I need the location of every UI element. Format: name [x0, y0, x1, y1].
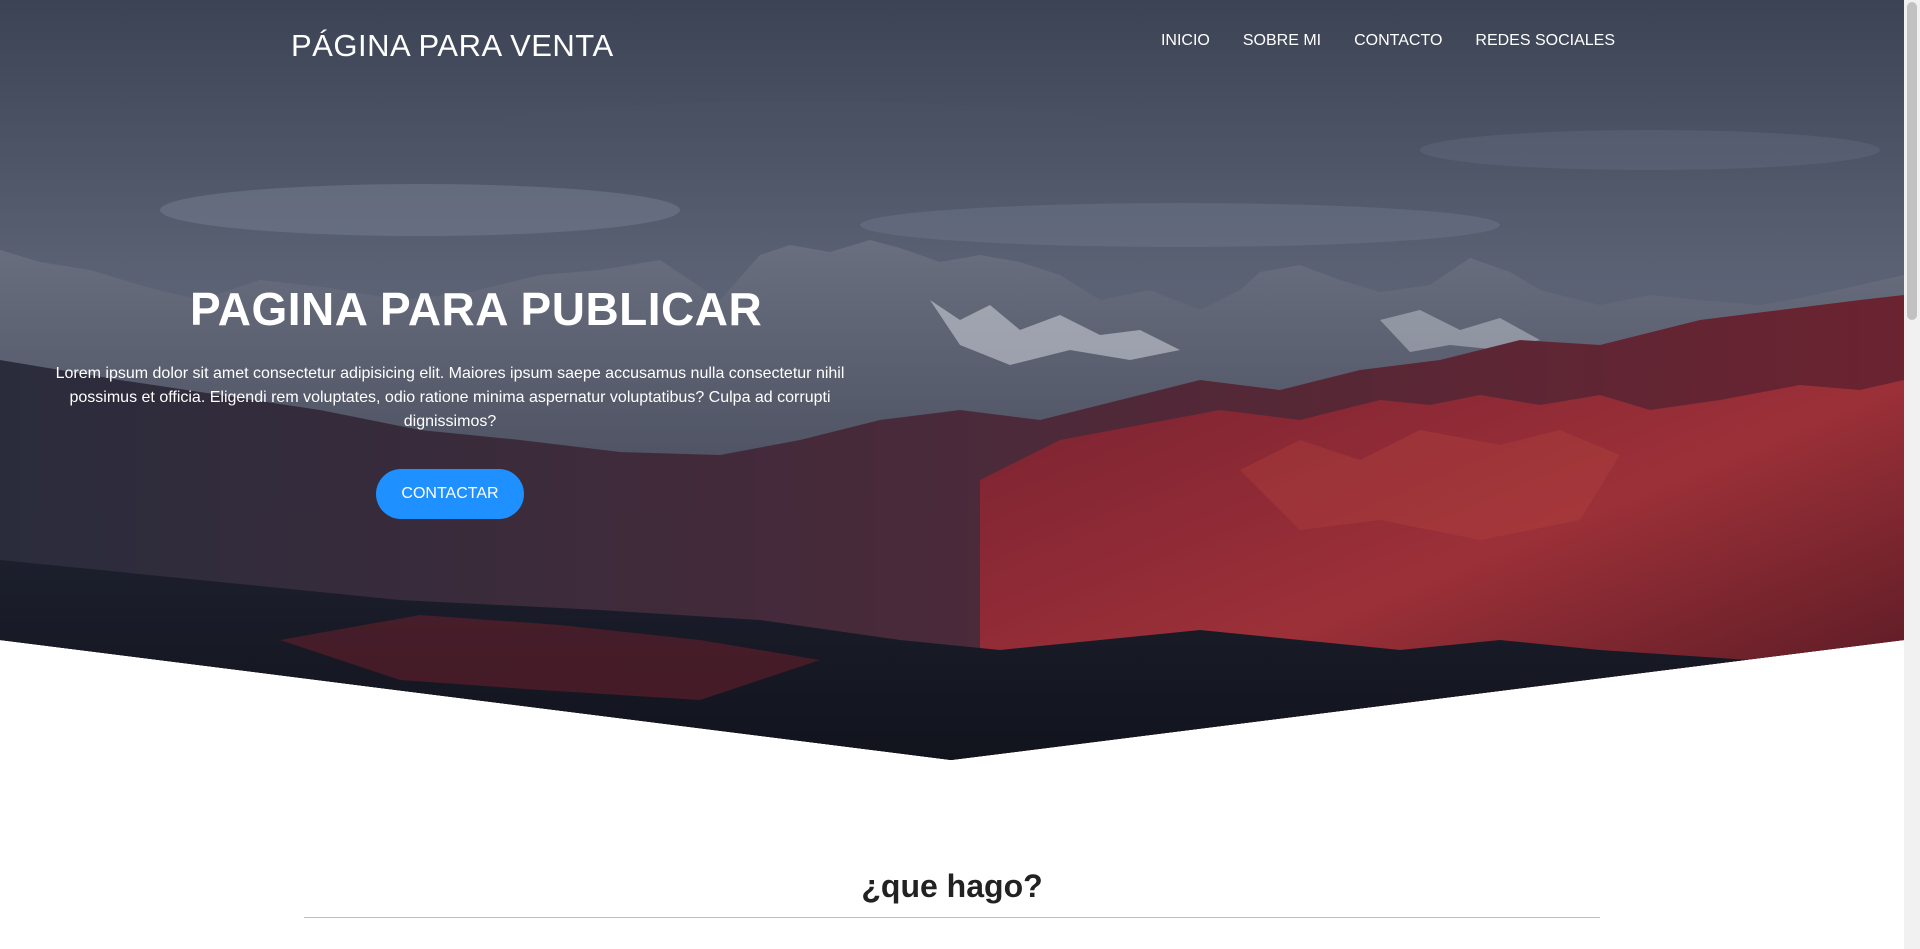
- main-nav: INICIO SOBRE MI CONTACTO REDES SOCIALES: [1161, 32, 1615, 50]
- contact-button[interactable]: CONTACTAR: [376, 469, 524, 519]
- nav-link-redes-sociales[interactable]: REDES SOCIALES: [1475, 32, 1615, 50]
- section-title: ¿que hago?: [861, 868, 1043, 904]
- site-logo[interactable]: PÁGINA PARA VENTA: [291, 28, 614, 64]
- nav-link-contacto[interactable]: CONTACTO: [1354, 32, 1442, 50]
- scrollbar-thumb[interactable]: [1907, 2, 1917, 320]
- hero-description: Lorem ipsum dolor sit amet consectetur a…: [55, 365, 845, 430]
- nav-link-inicio[interactable]: INICIO: [1161, 32, 1210, 50]
- hero-title: PAGINA PARA PUBLICAR: [190, 283, 763, 335]
- page-scrollbar[interactable]: [1904, 0, 1920, 949]
- section-divider: [304, 917, 1600, 918]
- nav-link-sobre-mi[interactable]: SOBRE MI: [1243, 32, 1321, 50]
